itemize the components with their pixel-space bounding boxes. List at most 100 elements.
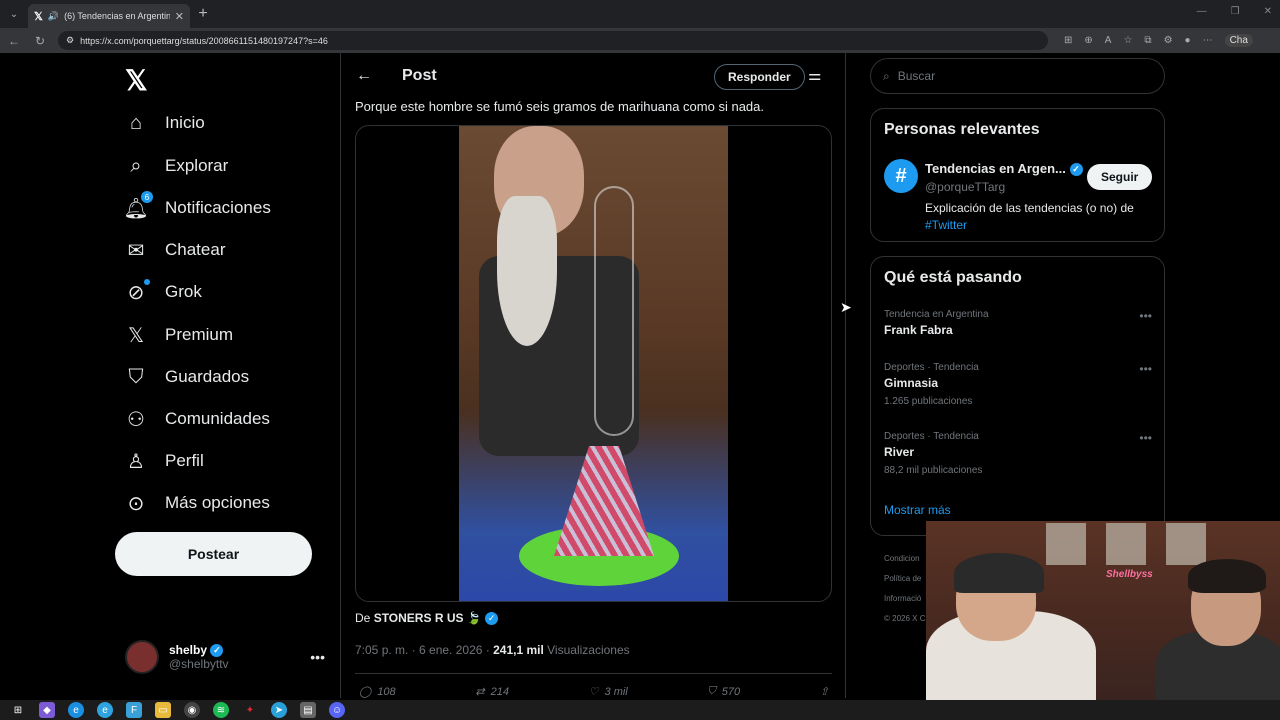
footer-link[interactable]: Informació [884,589,925,609]
new-tab-button[interactable]: + [190,5,216,23]
back-arrow-icon[interactable]: ← [356,67,372,85]
maximize-icon[interactable]: ❐ [1231,6,1240,17]
copilot-chat-button[interactable]: Cha [1224,34,1253,47]
app-generic-icon[interactable]: ▤ [300,702,316,718]
edge-alt-icon[interactable]: e [97,702,113,718]
obs-icon[interactable]: ◉ [184,702,200,718]
app-icon[interactable]: ⊞ [1064,35,1072,46]
source-prefix: De [355,611,371,625]
windows-start-icon[interactable]: ⊞ [10,702,26,718]
wall-poster [1046,523,1086,565]
repost-action[interactable]: ⇄ 214 [475,685,509,699]
footer-link[interactable]: Política de [884,569,925,589]
browser-tab[interactable]: 𝕏 🔊 (6) Tendencias en Argentina d ✕ [28,4,190,28]
hashtag-avatar-icon[interactable]: # [884,159,918,193]
account-switcher[interactable]: shelby ✓ @shelbyttv ••• [125,640,325,674]
url-field[interactable]: ⚙ https://x.com/porquettarg/status/20086… [58,31,1048,50]
share-action[interactable]: ⇧ [820,685,829,698]
nav-item-profile[interactable]: ♙ Perfil [125,450,204,473]
verified-badge-icon: ✓ [1069,163,1083,177]
search-input[interactable]: ⌕ Buscar [870,58,1165,94]
discord-icon[interactable]: ☺ [329,702,345,718]
bio-hashtag[interactable]: #Twitter [925,218,967,232]
nav-label: Inicio [165,113,205,132]
card-title: Qué está pasando [884,269,1022,286]
nav-item-communities[interactable]: ⚇ Comunidades [125,408,270,431]
settings-icon[interactable]: ⚙ [1164,35,1173,46]
more-dots-icon[interactable]: ••• [1139,309,1152,323]
nav-label: Más opciones [165,493,270,512]
nav-item-explore[interactable]: ⌕ Explorar [125,155,228,177]
more-circle-icon: ⊙ [127,492,145,515]
search-icon: ⌕ [883,68,890,83]
minimize-icon[interactable]: — [1197,6,1207,17]
edge-icon[interactable]: e [68,702,84,718]
copilot-app-icon[interactable]: ◆ [39,702,55,718]
settings-sliders-icon[interactable]: ⚌ [808,66,821,84]
reply-action[interactable]: ◯ 108 [359,685,396,699]
spotify-icon[interactable]: ≋ [213,702,229,718]
nav-label: Explorar [165,156,229,175]
nav-item-bookmarks[interactable]: ⛉ Guardados [125,365,250,388]
relevant-handle[interactable]: @porqueTTarg [925,180,1005,194]
app-f-icon[interactable]: F [126,702,142,718]
video-frame[interactable] [459,126,728,601]
nav-item-notifications[interactable]: 🔔︎ 6 Notificaciones [123,191,271,220]
more-dots-icon[interactable]: ••• [1139,431,1152,445]
search-placeholder: Buscar [897,69,936,83]
trend-category: Deportes · Tendencia [884,431,979,442]
site-info-icon[interactable]: ⚙ [66,35,74,46]
telegram-icon[interactable]: ➤ [271,702,287,718]
page-title: Post [402,67,437,84]
avatar [125,640,159,674]
reload-icon[interactable]: ↻ [32,34,48,48]
post-column: ← Post Responder ⚌ Porque este hombre se… [340,53,846,698]
search-icon: ⌕ [130,154,142,177]
zoom-icon[interactable]: ⊕ [1084,35,1092,46]
extension-icons: ⊞ ⊕ A ☆ ⧉ ⚙ ● ⋯ Cha [1064,34,1253,47]
heart-icon: ♡ [588,686,599,698]
more-menu-icon[interactable]: ⋯ [1203,35,1213,46]
nav-item-grok[interactable]: ⊘ Grok [125,279,202,304]
window-controls: — ❐ ✕ [1197,6,1272,17]
riot-icon[interactable]: ✦ [242,702,258,718]
trend-category: Tendencia en Argentina [884,309,989,320]
nav-item-premium[interactable]: 𝕏 Premium [125,324,233,347]
favorite-star-icon[interactable]: ☆ [1123,35,1132,46]
speaker-icon[interactable]: 🔊 [48,11,59,22]
x-logo-icon[interactable]: 𝕏 [125,64,148,97]
repost-count: 214 [490,685,509,698]
reply-button[interactable]: Responder [714,64,805,90]
tab-list-chevron-icon[interactable]: ⌄ [0,0,28,28]
trend-item[interactable]: Tendencia en Argentina Frank Fabra ••• [884,309,1152,337]
close-tab-icon[interactable]: ✕ [175,10,184,23]
grok-dot [144,279,150,285]
back-nav-icon[interactable]: ← [6,34,22,48]
close-window-icon[interactable]: ✕ [1264,6,1272,17]
source-name[interactable]: STONERS R US [374,611,464,625]
card-title: Personas relevantes [884,121,1040,138]
video-player[interactable] [355,125,832,602]
follow-button[interactable]: Seguir [1087,164,1153,190]
more-dots-icon[interactable]: ••• [1139,362,1152,376]
read-aloud-icon[interactable]: A [1105,35,1112,46]
folder-icon[interactable]: ▭ [155,702,171,718]
trend-item[interactable]: Deportes · Tendencia River 88,2 mil publ… [884,431,1152,476]
bookmark-icon: ⛉ [128,365,144,388]
trend-item[interactable]: Deportes · Tendencia Gimnasia 1.265 publ… [884,362,1152,407]
post-timestamp[interactable]: 7:05 p. m. · 6 ene. 2026 · [355,643,490,657]
bookmark-action[interactable]: ⛉ 570 [707,685,740,698]
nav-item-more[interactable]: ⊙ Más opciones [125,492,270,515]
nav-item-home[interactable]: ⌂ Inicio [125,112,205,134]
extensions-icon[interactable]: ⧉ [1144,35,1151,46]
leaf-emoji: 🍃 [466,611,482,625]
post-button[interactable]: Postear [115,532,312,576]
nav-item-chat[interactable]: ✉ Chatear [125,239,226,262]
profile-icon[interactable]: ● [1185,35,1191,46]
more-dots-icon[interactable]: ••• [310,649,325,665]
trend-name: River [884,445,915,459]
footer-link[interactable]: Condicion [884,549,925,569]
show-more-link[interactable]: Mostrar más [884,503,951,517]
relevant-name-row[interactable]: Tendencias en Argen... ✓ [925,161,1083,177]
like-action[interactable]: ♡ 3 mil [588,685,628,699]
